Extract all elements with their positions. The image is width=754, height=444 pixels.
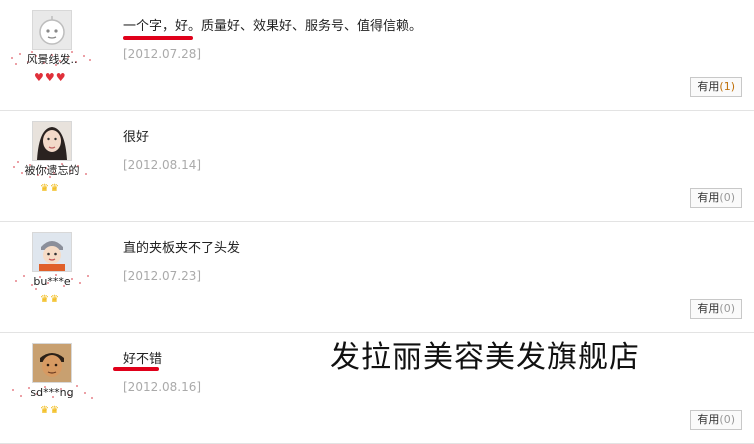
review-comment: 直的夹板夹不了头发 (123, 241, 241, 256)
heart-gem-icon: ♥ (55, 71, 66, 84)
review-date: [2012.07.23] (123, 269, 202, 283)
crown-icon: ♛ (40, 405, 49, 416)
review-item: bu***e ♛ ♛ 直的夹板夹不了头发 [2012.07.23] 有用(0) (0, 222, 754, 333)
buyer-rank: ♥ ♥ ♥ (34, 72, 66, 84)
avatar[interactable] (32, 232, 72, 272)
useful-button[interactable]: 有用(0) (690, 188, 742, 208)
annotation-underline (113, 367, 159, 371)
heart-gem-icon: ♥ (44, 71, 55, 84)
review-date: [2012.08.14] (123, 158, 202, 172)
useful-button[interactable]: 有用(0) (690, 299, 742, 319)
review-comment: 很好 (123, 130, 150, 145)
review-item: 风景线发.. ♥ ♥ ♥ 一个字，好。质量好、效果好、服务号、值得信赖。 [20… (0, 0, 754, 111)
useful-count: (1) (719, 80, 735, 93)
heart-gem-icon: ♥ (34, 71, 44, 84)
avatar[interactable] (32, 121, 72, 161)
useful-label: 有用 (697, 80, 720, 93)
user-photo-icon (33, 233, 71, 271)
annotation-underline (123, 36, 193, 40)
review-date: [2012.07.28] (123, 47, 202, 61)
buyer-rank: ♛ ♛ (40, 183, 59, 195)
user-photo-icon (33, 122, 71, 160)
crown-icon: ♛ (49, 405, 59, 416)
useful-label: 有用 (697, 302, 720, 315)
review-comment: 一个字，好。质量好、效果好、服务号、值得信赖。 (123, 19, 423, 34)
useful-label: 有用 (697, 191, 720, 204)
avatar[interactable] (32, 10, 72, 50)
review-item: 被你遗忘的 ♛ ♛ 很好 [2012.08.14] 有用(0) (0, 111, 754, 222)
useful-label: 有用 (697, 413, 720, 426)
crown-icon: ♛ (49, 294, 59, 305)
useful-button[interactable]: 有用(1) (690, 77, 742, 97)
useful-count: (0) (719, 413, 735, 426)
user-photo-icon (33, 344, 71, 382)
useful-count: (0) (719, 191, 735, 204)
review-date: [2012.08.16] (123, 380, 202, 394)
crown-icon: ♛ (40, 294, 49, 305)
default-avatar-icon (33, 11, 71, 49)
useful-count: (0) (719, 302, 735, 315)
buyer-rank: ♛ ♛ (40, 405, 59, 417)
avatar[interactable] (32, 343, 72, 383)
useful-button[interactable]: 有用(0) (690, 410, 742, 430)
shop-watermark: 发拉丽美容美发旗舰店 (330, 340, 640, 375)
crown-icon: ♛ (40, 183, 49, 194)
crown-icon: ♛ (49, 183, 59, 194)
buyer-rank: ♛ ♛ (40, 294, 59, 306)
